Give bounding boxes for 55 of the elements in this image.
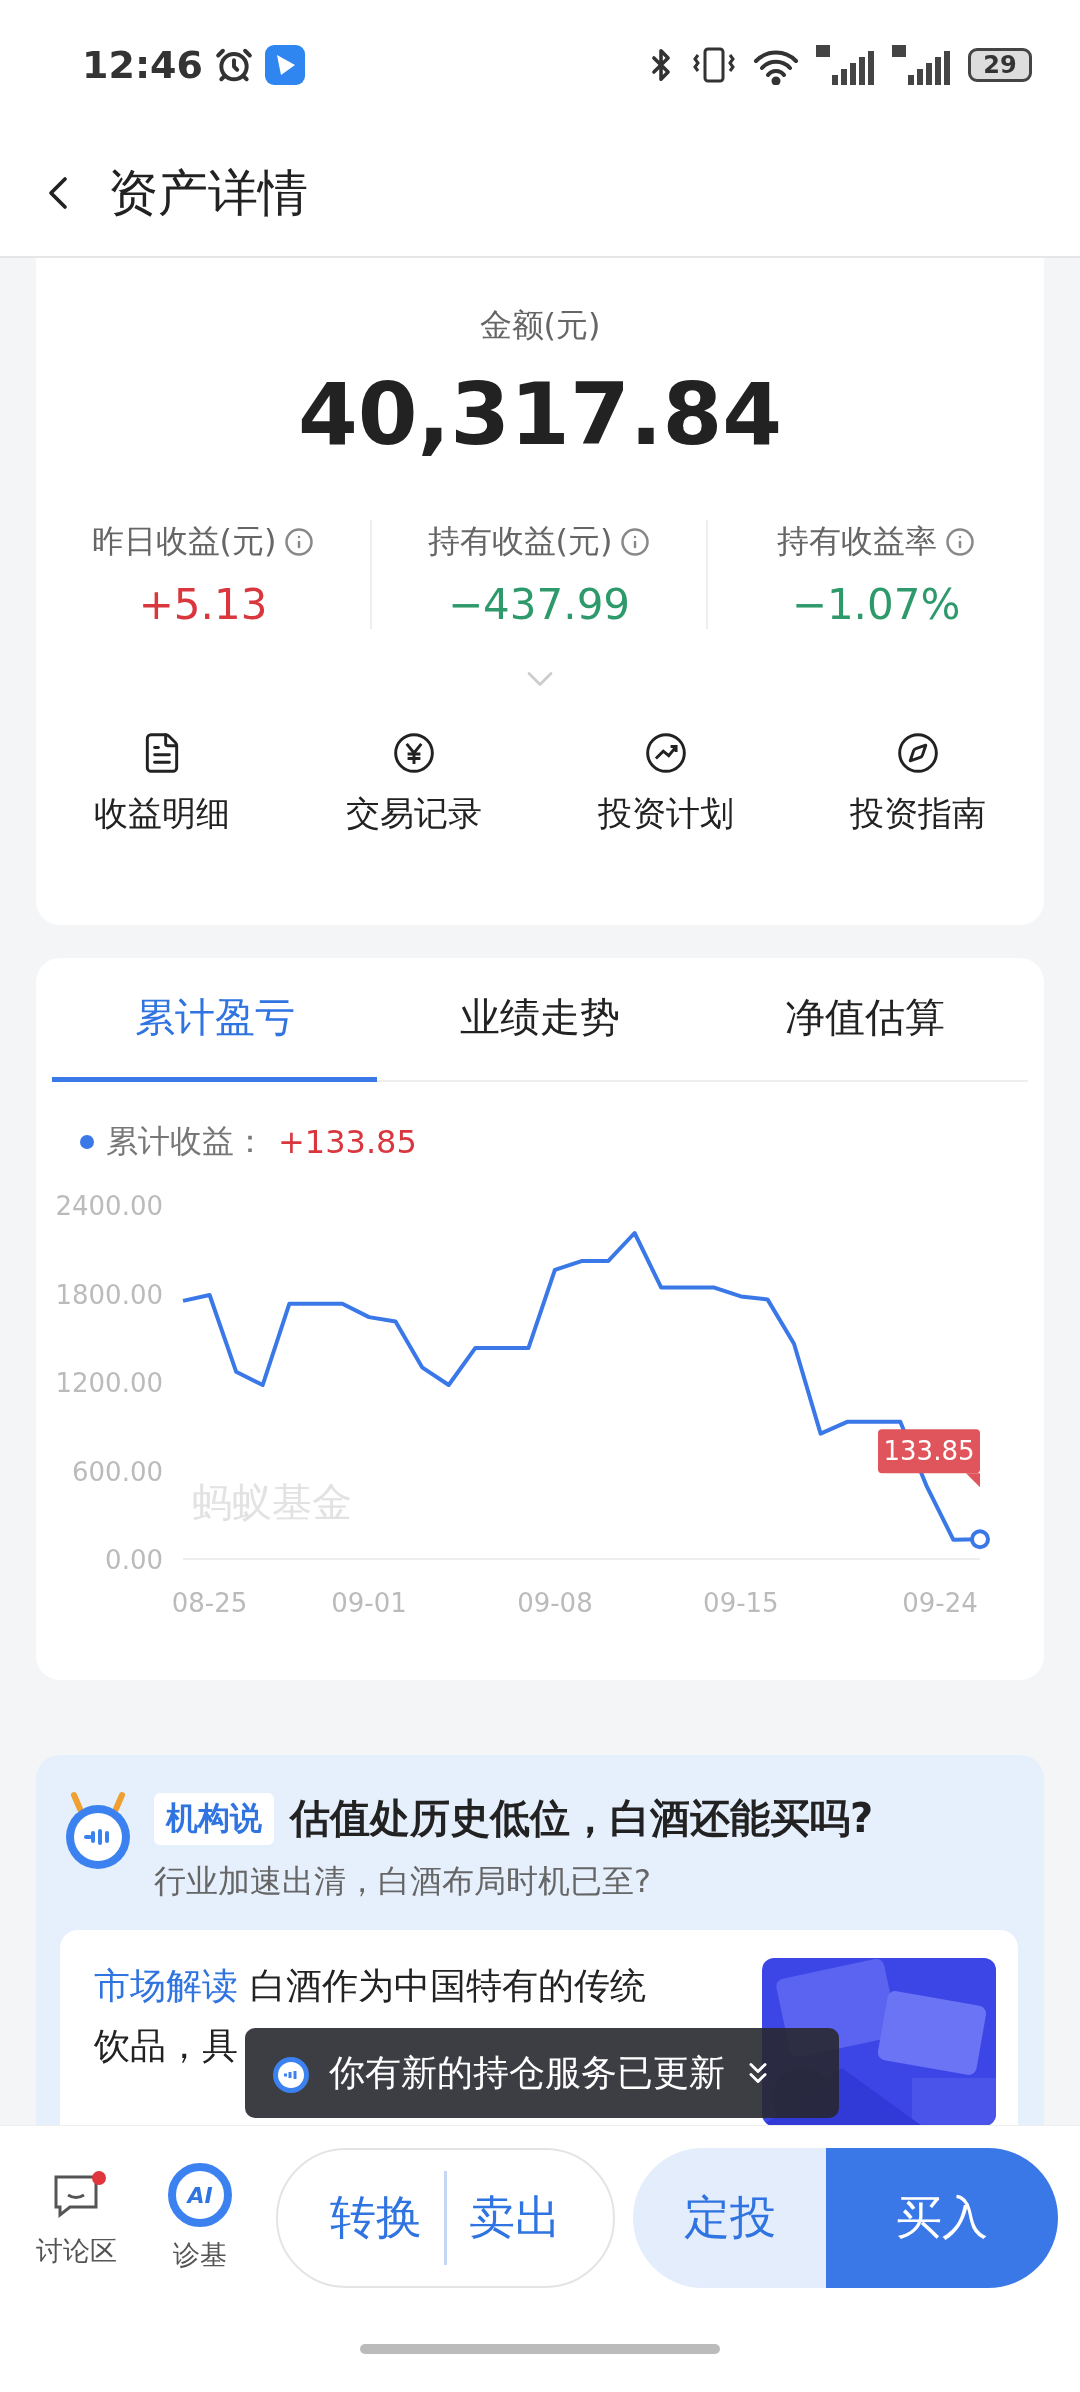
action-button[interactable]: 收益明细 — [36, 731, 288, 837]
article-title: 市场解读 白酒作为中国特有的传统 — [94, 1964, 646, 2008]
insight-subtitle: 行业加速出清，白酒布局时机已至? — [154, 1861, 652, 1902]
y-axis-label: 600.00 — [72, 1456, 163, 1487]
x-axis-label: 09-24 — [902, 1588, 978, 1618]
chart-tab[interactable]: 累计盈亏 — [52, 958, 378, 1082]
yen-icon — [392, 731, 436, 775]
auto-invest-button[interactable]: 定投 — [633, 2148, 826, 2288]
app-notification-icon — [264, 45, 305, 85]
action-button[interactable]: 投资指南 — [792, 731, 1044, 837]
convert-button[interactable]: 转换 — [308, 2187, 444, 2249]
status-time: 12:46 — [82, 43, 203, 87]
buy-button[interactable]: 买入 — [826, 2148, 1058, 2288]
article-title: 饮品，具 — [94, 2024, 238, 2068]
update-toast[interactable]: 你有新的持仓服务已更新 — [245, 2028, 839, 2118]
battery-level: 29 — [968, 48, 1032, 82]
x-axis-label: 08-25 — [171, 1588, 248, 1618]
stat-value: −437.99 — [447, 580, 631, 629]
y-axis-label: 1800.00 — [55, 1279, 163, 1310]
x-axis-label: 09-08 — [517, 1588, 593, 1618]
chart-tab[interactable]: 净值估算 — [702, 958, 1028, 1082]
end-point-marker — [970, 1529, 990, 1550]
y-axis-label: 1200.00 — [55, 1368, 163, 1398]
x-axis-label: 09-15 — [703, 1588, 779, 1618]
stat-label: 持有收益率 — [777, 521, 937, 562]
legend-value: +133.85 — [278, 1123, 417, 1161]
stat-label: 持有收益(元) — [427, 521, 613, 562]
toolbar-button[interactable]: AI 诊基 — [142, 2163, 258, 2273]
insight-headline[interactable]: 估值处历史低位，白酒还能买吗? — [290, 1791, 874, 1846]
page-title: 资产详情 — [108, 162, 308, 224]
x-axis-label: 09-01 — [331, 1588, 407, 1618]
chart-tab[interactable]: 业绩走势 — [377, 958, 703, 1082]
ai-icon: AI — [168, 2163, 232, 2227]
trend-icon — [644, 731, 688, 775]
legend-dot — [80, 1135, 94, 1149]
info-icon[interactable] — [284, 527, 315, 557]
stat-label: 昨日收益(元) — [91, 521, 277, 562]
tooltip-value: 133.85 — [883, 1436, 975, 1467]
stat-value: −1.07% — [791, 580, 961, 629]
y-axis-label: 2400.00 — [55, 1191, 163, 1221]
stat-value: +5.13 — [138, 580, 268, 629]
action-button[interactable]: 交易记录 — [288, 731, 540, 837]
info-icon[interactable] — [620, 527, 651, 557]
action-button[interactable]: 投资计划 — [540, 731, 792, 837]
alarm-icon — [214, 46, 253, 84]
source-tag: 机构说 — [154, 1792, 274, 1845]
amount-label: 金额(元) — [479, 305, 601, 346]
amount-value: 40,317.84 — [297, 364, 783, 464]
vibrate-icon — [692, 45, 736, 85]
legend-label: 累计收益： — [106, 1121, 266, 1162]
compass-icon — [896, 731, 940, 775]
toolbar-button[interactable]: 讨论区 — [18, 2167, 134, 2269]
info-icon[interactable] — [945, 527, 975, 557]
sell-button[interactable]: 卖出 — [447, 2187, 583, 2249]
y-axis-label: 0.00 — [105, 1545, 163, 1575]
